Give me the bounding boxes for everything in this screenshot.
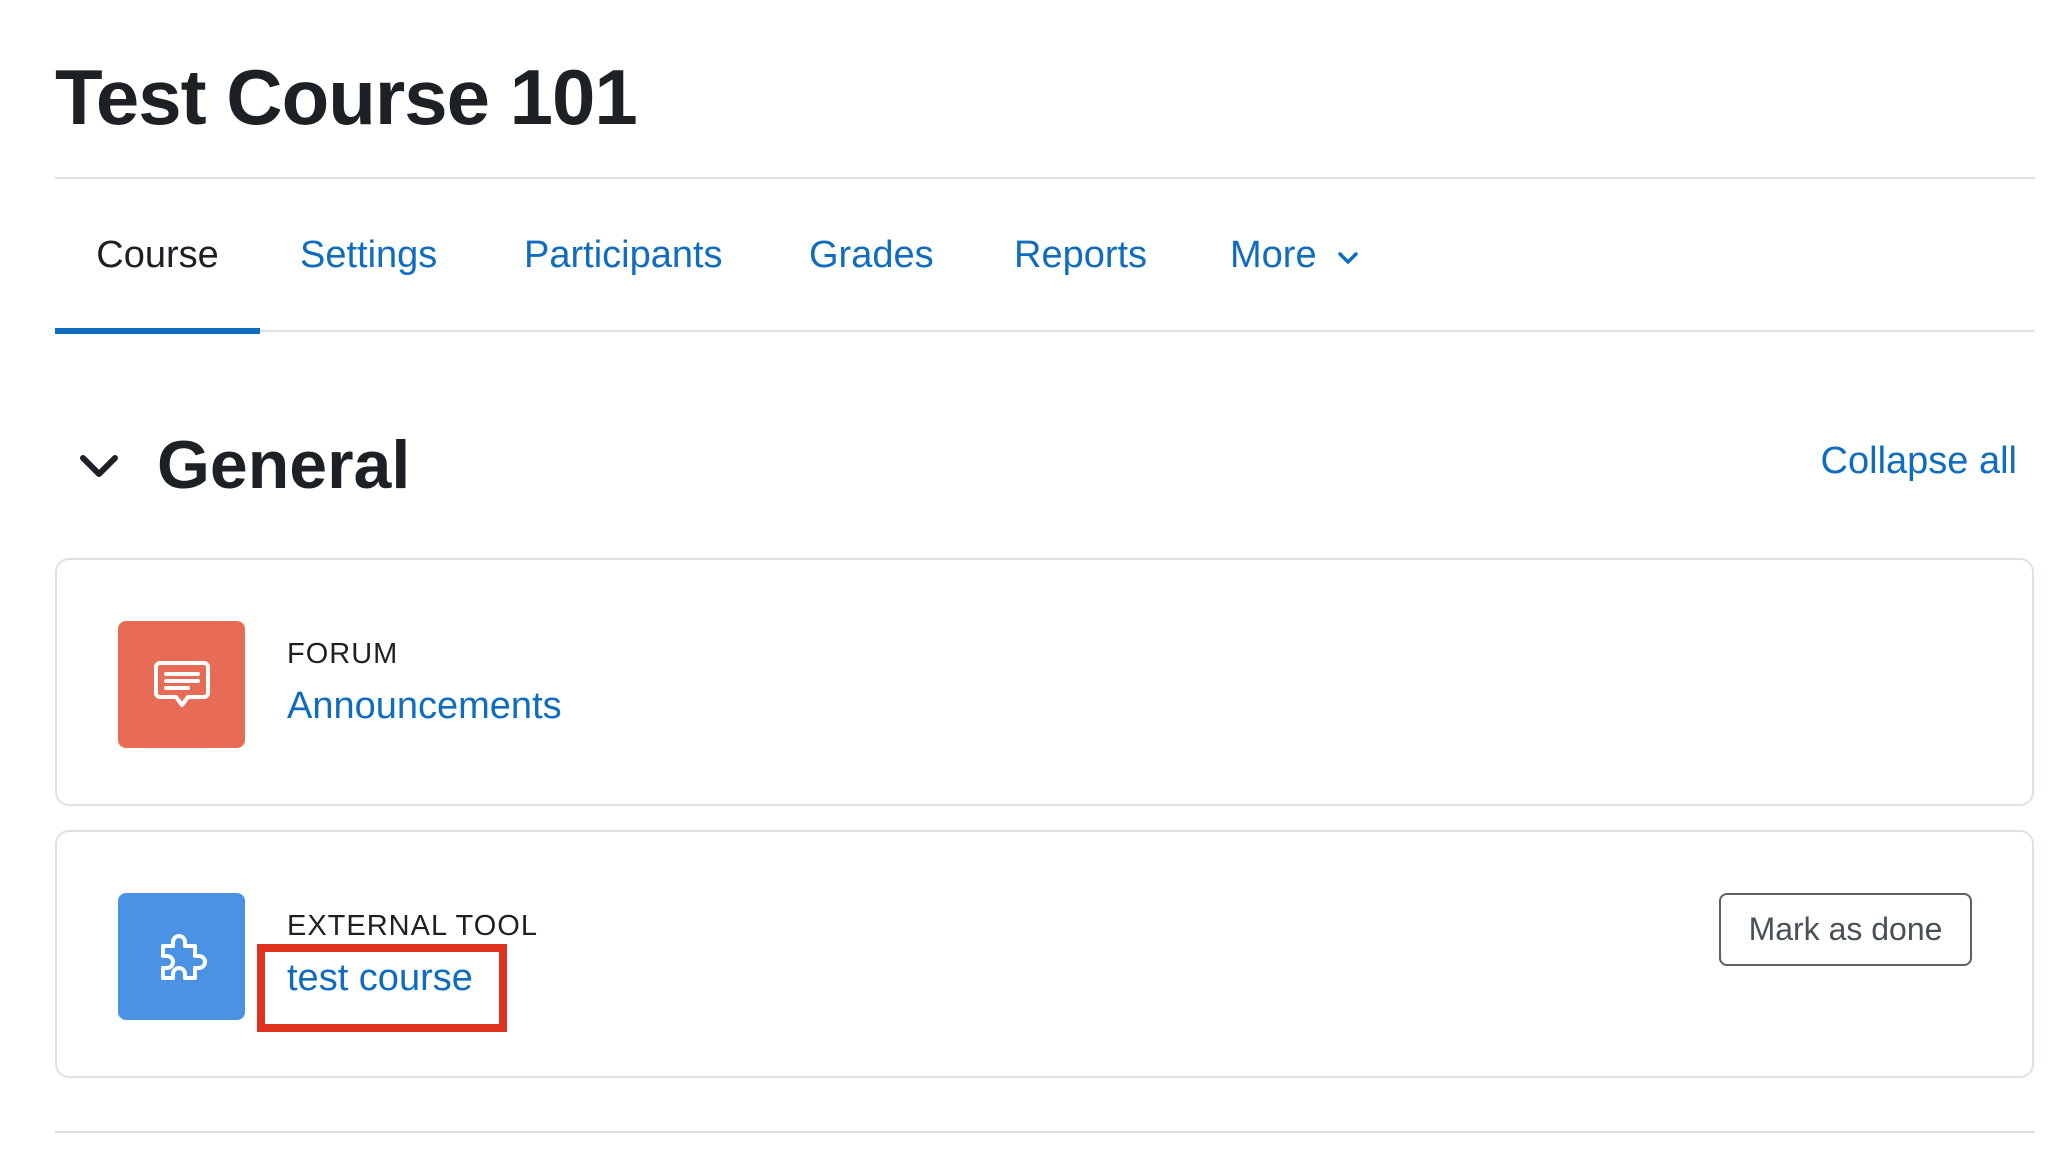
header-divider	[55, 177, 2035, 179]
tab-more-label: More	[1230, 234, 1317, 276]
tab-settings-label: Settings	[300, 234, 438, 276]
chevron-down-icon	[80, 455, 118, 477]
course-nav-tabs: Course Settings Participants Grades Repo…	[55, 180, 2035, 334]
page-title: Test Course 101	[55, 53, 638, 141]
section-title: General	[157, 427, 411, 503]
tab-participants[interactable]: Participants	[524, 180, 723, 332]
tab-more[interactable]: More	[1230, 180, 1359, 332]
section-header-general: General Collapse all	[55, 420, 2035, 510]
activity-card-external-tool: EXTERNAL TOOL test course Mark as done	[55, 830, 2034, 1078]
tab-course-label: Course	[96, 234, 219, 276]
mark-as-done-button[interactable]: Mark as done	[1719, 893, 1972, 966]
chevron-down-icon	[1337, 179, 1359, 329]
collapse-all-link[interactable]: Collapse all	[1821, 440, 2017, 483]
tab-course[interactable]: Course	[55, 180, 260, 334]
tab-reports[interactable]: Reports	[1014, 180, 1147, 332]
tab-settings[interactable]: Settings	[300, 180, 437, 332]
section-collapse-toggle[interactable]	[77, 444, 121, 488]
tab-participants-label: Participants	[524, 234, 723, 276]
tab-grades-label: Grades	[809, 234, 934, 276]
section-bottom-divider	[55, 1131, 2035, 1133]
activity-type-label: EXTERNAL TOOL	[287, 910, 538, 942]
forum-speech-bubble-icon	[118, 621, 245, 748]
activity-card-forum: FORUM Announcements	[55, 558, 2034, 806]
activity-link-announcements[interactable]: Announcements	[287, 685, 562, 728]
activity-link-test-course[interactable]: test course	[287, 957, 473, 1000]
tab-reports-label: Reports	[1014, 234, 1148, 276]
activity-type-label: FORUM	[287, 638, 399, 670]
course-page: Test Course 101 Course Settings Particip…	[0, 0, 2060, 1172]
tab-grades[interactable]: Grades	[809, 180, 934, 332]
active-tab-indicator	[55, 328, 260, 334]
puzzle-piece-icon	[118, 893, 245, 1020]
